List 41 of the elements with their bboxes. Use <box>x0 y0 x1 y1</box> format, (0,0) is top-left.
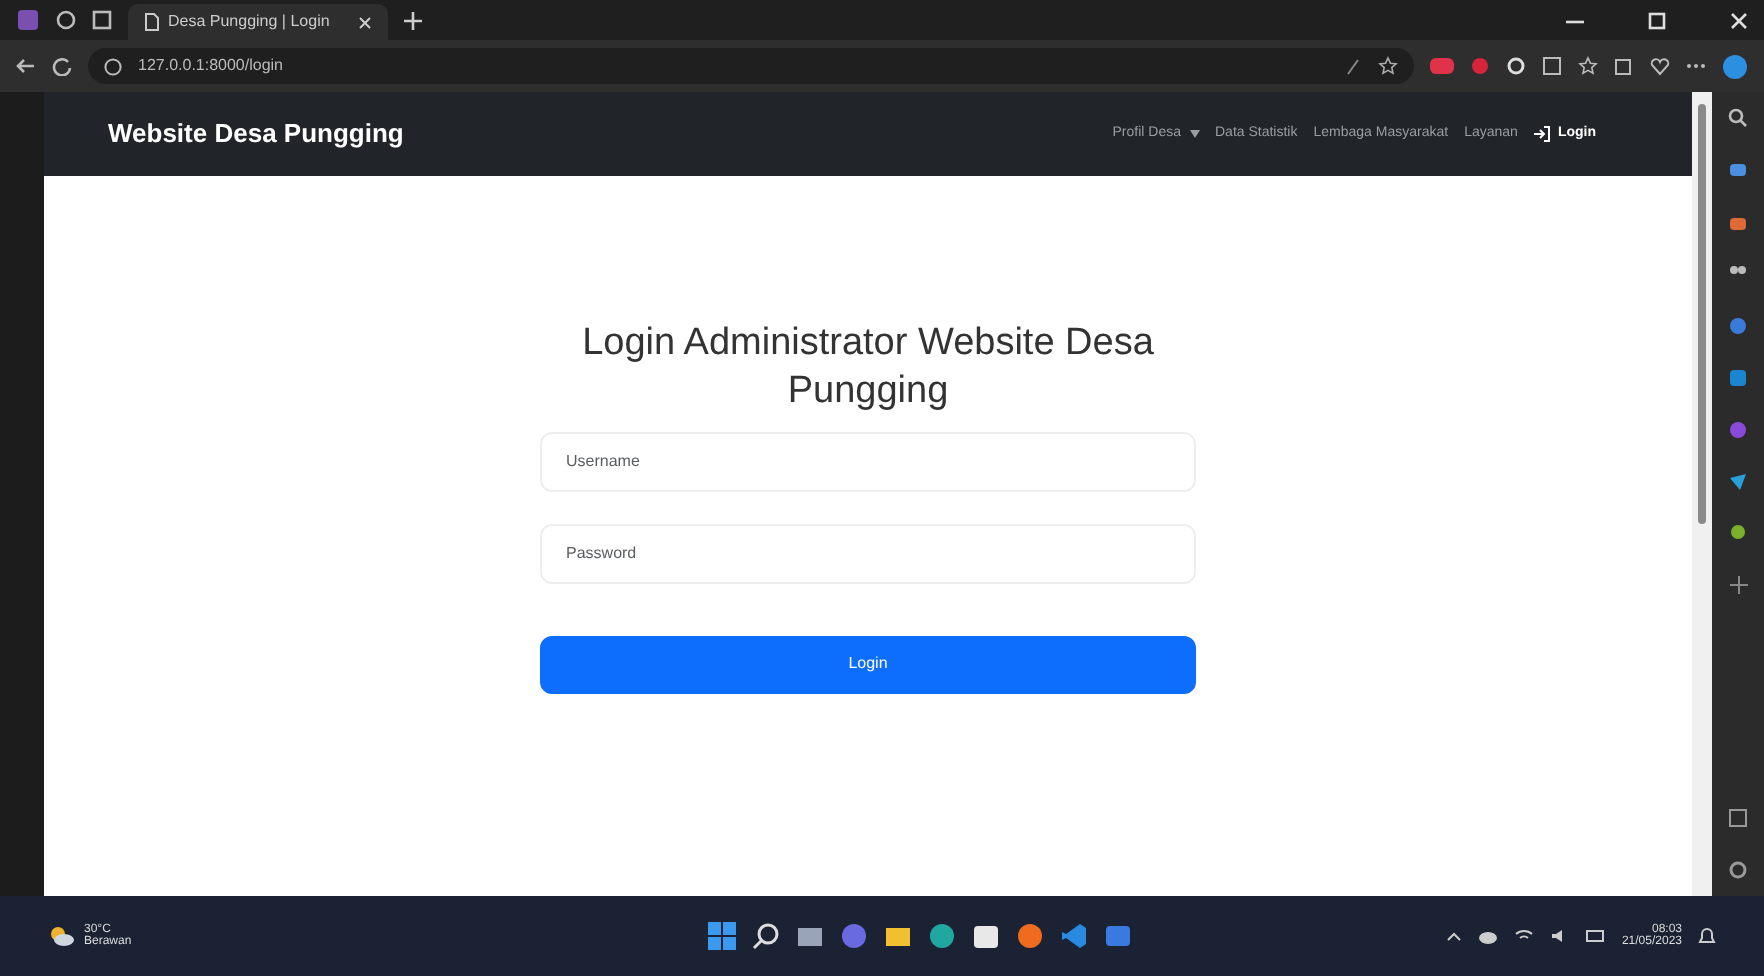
new-tab-icon[interactable] <box>404 11 422 29</box>
send-icon[interactable] <box>1728 472 1748 492</box>
close-icon[interactable] <box>358 15 372 29</box>
copilot-icon[interactable] <box>1722 53 1748 79</box>
info-icon[interactable] <box>104 57 122 75</box>
address-bar[interactable]: 127.0.0.1:8000/login <box>88 48 1414 84</box>
login-button[interactable]: Login <box>540 635 1196 693</box>
search-icon[interactable] <box>1728 108 1748 128</box>
tab-title[interactable]: Desa Pungging | Login <box>168 10 350 34</box>
username-field[interactable]: Username <box>540 431 1196 491</box>
tab-actions-icon[interactable] <box>92 10 112 30</box>
weather-icon[interactable] <box>48 924 76 948</box>
more-icon[interactable] <box>1686 62 1706 70</box>
back-icon[interactable] <box>16 56 36 76</box>
login-title: Login Administrator Website Desa Pungging <box>580 320 1156 415</box>
password-field[interactable]: Password <box>540 523 1196 583</box>
cloud-icon[interactable] <box>1477 928 1498 944</box>
page-icon <box>144 12 160 32</box>
vscode-icon[interactable] <box>1060 922 1088 950</box>
refresh-icon[interactable] <box>52 56 72 76</box>
search-icon[interactable] <box>752 922 780 950</box>
profile-icon[interactable] <box>16 8 40 32</box>
add-icon[interactable] <box>1729 576 1747 594</box>
star-icon[interactable] <box>1378 56 1398 76</box>
folder-icon[interactable] <box>884 922 912 950</box>
close-icon[interactable] <box>1730 11 1748 29</box>
favorites-icon[interactable] <box>1578 56 1598 76</box>
start-icon[interactable] <box>708 922 736 950</box>
browser-tab[interactable]: Desa Pungging | Login <box>128 4 388 40</box>
sign-in-icon <box>1533 126 1550 142</box>
workspaces-icon[interactable] <box>56 10 76 30</box>
settings-icon[interactable] <box>1728 860 1748 880</box>
sidebar-toggle-icon[interactable] <box>1728 808 1748 828</box>
scrollbar-thumb[interactable] <box>1698 104 1706 524</box>
chevron-up-icon[interactable] <box>1445 930 1462 942</box>
site-brand[interactable]: Website Desa Pungging <box>108 114 404 154</box>
battery-icon[interactable] <box>1585 928 1606 944</box>
caret-icon <box>1189 130 1199 138</box>
restore-icon[interactable] <box>1648 11 1666 29</box>
wifi-icon[interactable] <box>1513 928 1534 944</box>
store-icon[interactable] <box>972 922 1000 950</box>
